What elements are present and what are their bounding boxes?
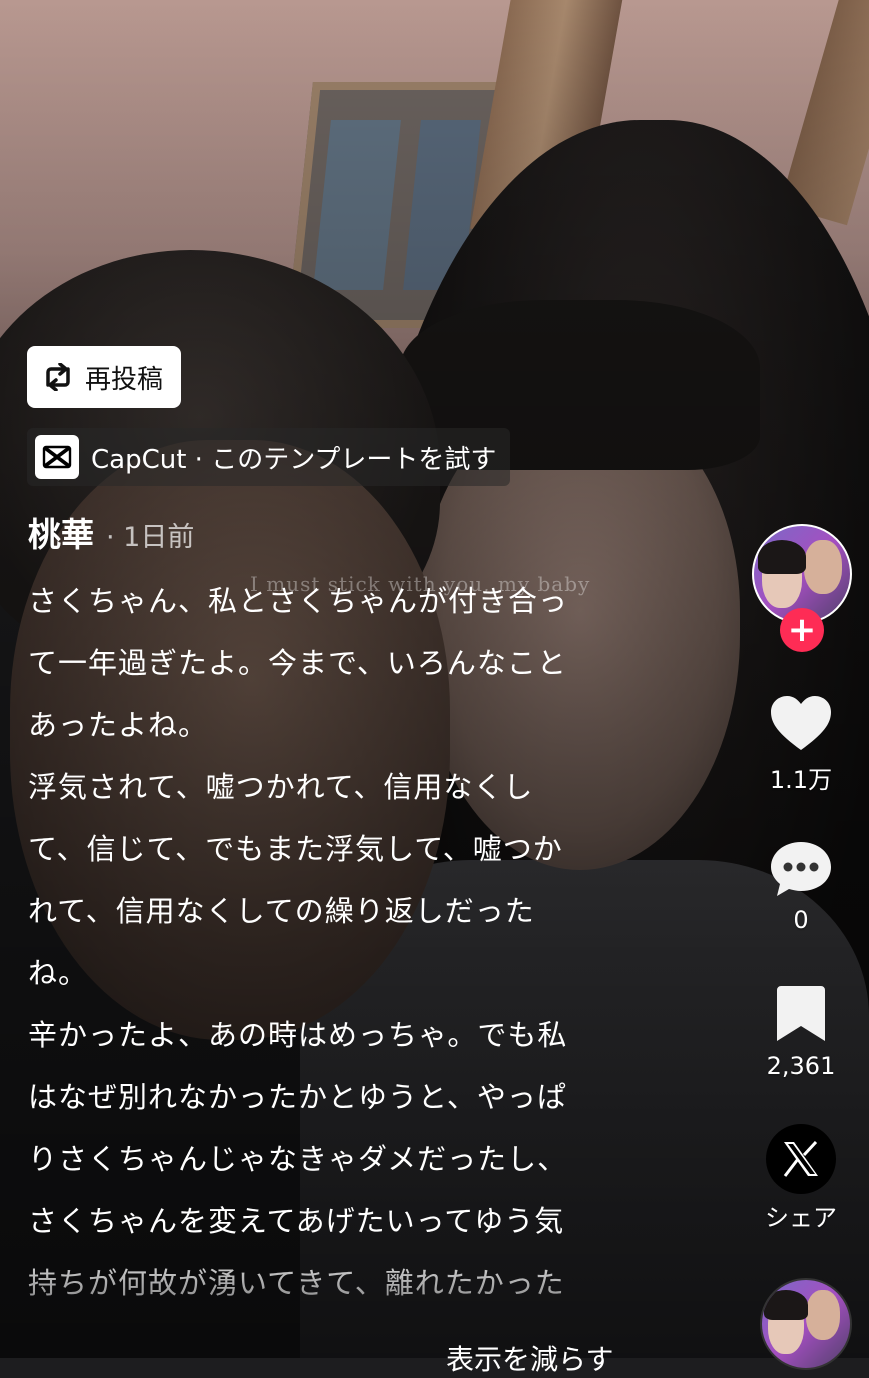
repost-icon (41, 360, 75, 394)
capcut-template-text: CapCut · このテンプレートを試す (91, 444, 497, 475)
heart-icon (771, 696, 831, 750)
caption-line: れて、信用なくしての繰り返しだった (28, 894, 535, 928)
caption-line: 辛かったよ、あの時はめっちゃ。でも私 (28, 1018, 568, 1052)
repost-label: 再投稿 (85, 364, 164, 395)
x-logo-icon (766, 1124, 836, 1194)
comment-count: 0 (793, 906, 809, 934)
show-less-button[interactable]: 表示を減らす (446, 1338, 613, 1378)
like-button[interactable]: 1.1万 (748, 694, 854, 795)
caption-line: さくちゃんを変えてあげたいってゆう気 (28, 1204, 565, 1238)
post-caption: さくちゃん、私とさくちゃんが付き合っ て一年過ぎたよ。今まで、いろんなこと あったよ… (28, 570, 638, 1330)
caption-line: 浮気されて、嘘つかれて、信用なくし (28, 770, 534, 804)
capcut-template-link[interactable]: CapCut · このテンプレートを試す (27, 428, 511, 486)
save-button[interactable]: 2,361 (748, 984, 854, 1080)
creator-avatar[interactable]: + (752, 524, 852, 652)
post-meta: 桃華 · 1日前 (28, 508, 194, 556)
caption-line: あったよね。 (28, 708, 209, 742)
caption-line: りさくちゃんじゃなきゃダメだったし、 (28, 1142, 568, 1176)
comment-icon (771, 842, 831, 896)
comment-button[interactable]: 0 (748, 838, 854, 934)
bookmark-icon (777, 986, 825, 1041)
music-disc[interactable] (760, 1278, 852, 1370)
like-count: 1.1万 (769, 766, 833, 794)
caption-line: はなぜ別れなかったかとゆうと、やっぱ (28, 1080, 567, 1114)
follow-button[interactable]: + (780, 608, 824, 652)
share-button[interactable]: シェア (748, 1124, 854, 1233)
share-label: シェア (765, 1204, 837, 1232)
repost-button[interactable]: 再投稿 (27, 346, 182, 408)
caption-line: て一年過ぎたよ。今まで、いろんなこと (28, 646, 567, 680)
capcut-logo-icon (35, 435, 79, 479)
author-name[interactable]: 桃華 (28, 508, 94, 556)
save-count: 2,361 (766, 1052, 836, 1080)
caption-line: さくちゃん、私とさくちゃんが付き合っ (28, 584, 569, 618)
caption-line: ね。 (28, 956, 89, 990)
caption-line: て、信じて、でもまた浮気して、嘘つか (28, 832, 563, 866)
post-time: · 1日前 (106, 522, 195, 553)
caption-line: 持ちが何故が湧いてきて、離れたかった (28, 1266, 565, 1300)
caption-line: けど、離れられなかった。そして、呪い (28, 1314, 638, 1330)
